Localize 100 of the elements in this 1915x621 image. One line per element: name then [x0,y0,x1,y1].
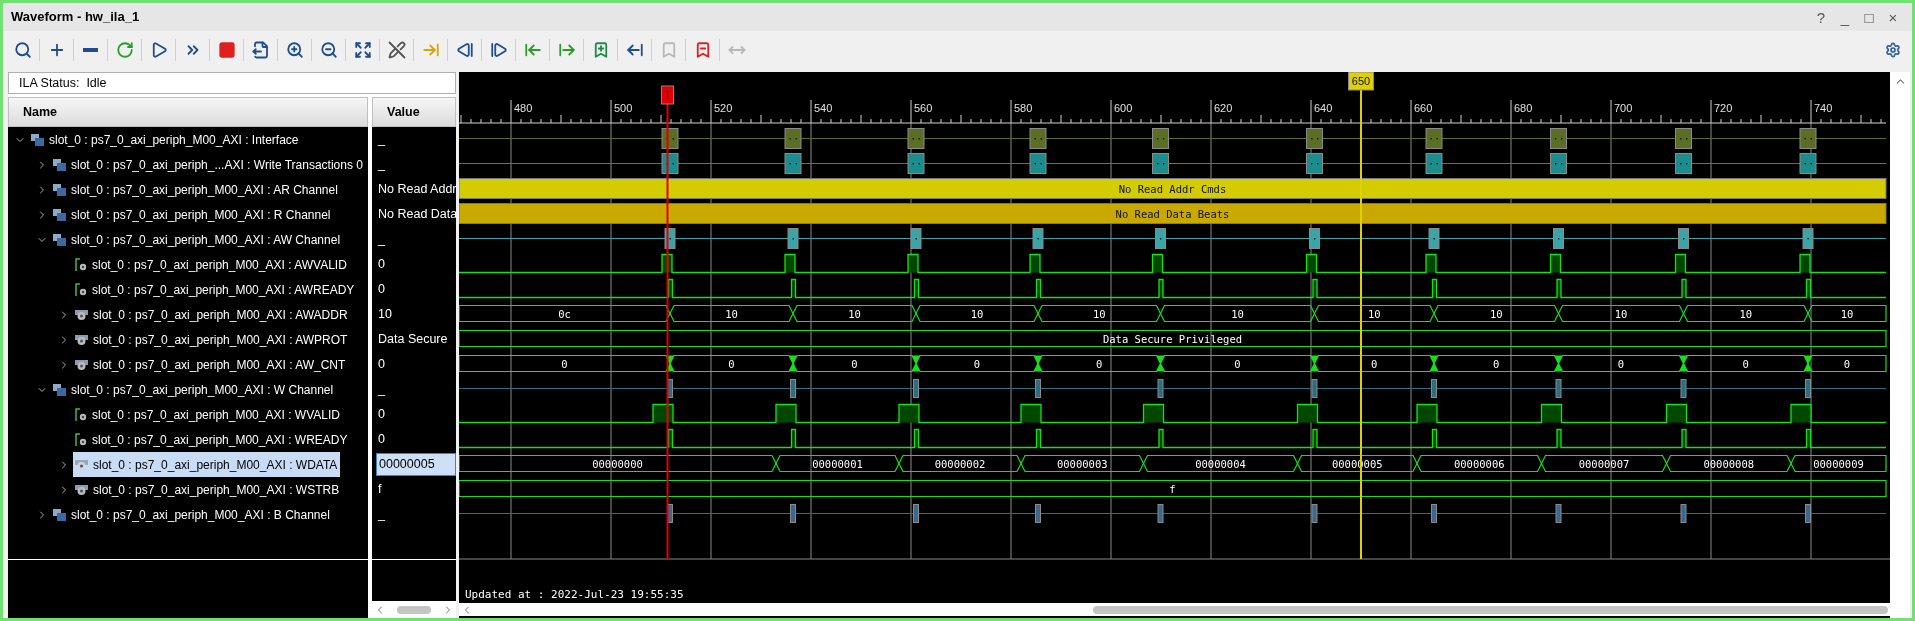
signal-name[interactable]: slot_0 : ps7_0_axi_periph_M00_AXI : W Channel [51,377,337,402]
group-icon [53,183,66,196]
group-icon [53,208,66,221]
ruler-label: 660 [1414,102,1433,114]
bus-signal-icon [75,333,88,346]
bus-value: f [1169,482,1176,495]
crossed-pen-icon [387,41,406,59]
ruler-label: 580 [1014,102,1033,114]
bus-value: 10 [1231,307,1244,320]
ruler-label: 540 [814,102,833,114]
signal-value: _ [377,506,386,524]
group-icon [53,158,66,171]
horizontal-scrollbar[interactable] [372,601,456,618]
bit-signal-icon [75,258,87,271]
bus-value: 0 [1843,357,1851,370]
bus-signal-icon [75,483,88,496]
file-arrow-icon [251,41,270,59]
bus-value: 10 [1739,307,1753,320]
group-icon [53,383,66,396]
cursor-label: T [664,89,671,101]
signal-name[interactable]: slot_0 : ps7_0_axi_periph_M00_AXI : AW_CNT [73,352,349,377]
group-icon [53,508,66,521]
signal-name[interactable]: slot_0 : ps7_0_axi_periph_M00_AXI : AWREADY [73,277,358,302]
signal-name[interactable]: slot_0 : ps7_0_axi_periph_...AXI : Write Transactions 0 [51,152,366,177]
ruler-label: 740 [1814,102,1833,114]
signal-value: _ [377,131,386,149]
group-icon [53,233,66,246]
bus-crossing [789,355,797,372]
signal-name[interactable]: slot_0 : ps7_0_axi_periph_M00_AXI : B Channel [51,502,333,527]
cursor-line[interactable] [666,103,669,560]
step-back-icon [455,41,474,59]
bus-value: 10 [1840,307,1854,320]
group-icon [31,133,44,146]
bus-value: 00000004 [1195,457,1246,470]
vertical-scrollbar[interactable] [1890,72,1910,618]
bus-value: 00000003 [1056,457,1108,470]
bus-value: 00000009 [1813,457,1864,470]
window-control[interactable]: □ [1862,9,1876,25]
bus-value: 00000007 [1578,457,1630,470]
window-control[interactable]: _ [1838,9,1852,25]
signal-name[interactable]: slot_0 : ps7_0_axi_periph_M00_AXI : AW Channel [51,227,344,252]
window-control[interactable]: ? [1814,9,1828,25]
signal-value: 0 [377,256,386,274]
ruler-label: 520 [714,102,733,114]
bus-crossing [1310,355,1319,372]
cursor-handle[interactable] [1348,72,1374,91]
signal-name[interactable]: slot_0 : ps7_0_axi_periph_M00_AXI : WSTRB [73,477,343,502]
signal-name[interactable]: slot_0 : ps7_0_axi_periph_M00_AXI : AWPROT [73,327,351,352]
bus-value: 10 [1489,307,1503,320]
settings-icon [1885,42,1901,58]
bus-value: 0 [1617,357,1625,370]
signal-value: 10 [377,306,393,324]
bus-value: Data Secure Privileged [1102,332,1243,345]
ruler-label: 560 [914,102,933,114]
step-forward-icon [489,41,508,59]
window-control[interactable]: × [1886,9,1900,25]
bus-value: 00000001 [812,457,863,470]
cursor-handle[interactable] [661,85,674,105]
column-header[interactable]: Name [8,97,368,127]
column-header[interactable]: Value [372,97,456,127]
arrow-left-icon [625,41,644,59]
bus-value: 0 [1371,357,1378,370]
bus-signal-icon [75,358,88,371]
bus-value: 10 [1367,307,1381,320]
bar-label: No Read Addr Cmds [1118,182,1227,195]
bus-value: 0 [851,357,858,370]
signal-name[interactable]: slot_0 : ps7_0_axi_periph_M00_AXI : WDATA [73,452,341,477]
signal-name[interactable]: slot_0 : ps7_0_axi_periph_M00_AXI : WREADY [73,427,351,452]
bus-value: 10 [725,307,738,320]
signal-name[interactable]: slot_0 : ps7_0_axi_periph_M00_AXI : AWADDR [73,302,351,327]
arrow-left-line-icon [523,41,542,59]
bar-label: No Read Data Beats [1115,207,1230,220]
signal-name[interactable]: slot_0 : ps7_0_axi_periph_M00_AXI : Interface [29,127,302,152]
signal-name[interactable]: slot_0 : ps7_0_axi_periph_M00_AXI : AWVALID [73,252,350,277]
bus-value: 0 [561,357,568,370]
horizontal-scrollbar[interactable] [459,603,1890,616]
signal-name[interactable]: slot_0 : ps7_0_axi_periph_M00_AXI : AR Channel [51,177,341,202]
bus-crossing [666,355,674,372]
bit-signal-icon [75,283,87,296]
bus-value: 0 [1234,357,1241,370]
status-field: ILA Status: Idle [8,72,456,94]
ruler-label: 480 [514,102,533,114]
signal-name[interactable]: slot_0 : ps7_0_axi_periph_M00_AXI : WVALID [73,402,343,427]
ruler-label: 720 [1714,102,1733,114]
signal-name[interactable]: slot_0 : ps7_0_axi_periph_M00_AXI : R Channel [51,202,334,227]
expand-icon [353,41,372,59]
minus-icon [83,48,98,52]
ruler-label: 600 [1114,102,1133,114]
update-timestamp: Updated at : 2022-Jul-23 19:55:35 [465,586,684,603]
signal-value: No Read Addr [377,181,456,199]
bus-signal-icon [75,458,88,471]
signal-value: 00000005 [376,453,456,476]
window-title: Waveform - hw_ila_1 [11,8,140,27]
signal-value: 0 [377,281,386,299]
bus-value: 0 [973,357,981,370]
signal-value: 0 [377,356,386,374]
bus-crossing [1430,355,1438,372]
bus-value: 0 [728,357,735,370]
signal-value: 0 [377,431,386,449]
bus-crossing [1554,355,1563,372]
